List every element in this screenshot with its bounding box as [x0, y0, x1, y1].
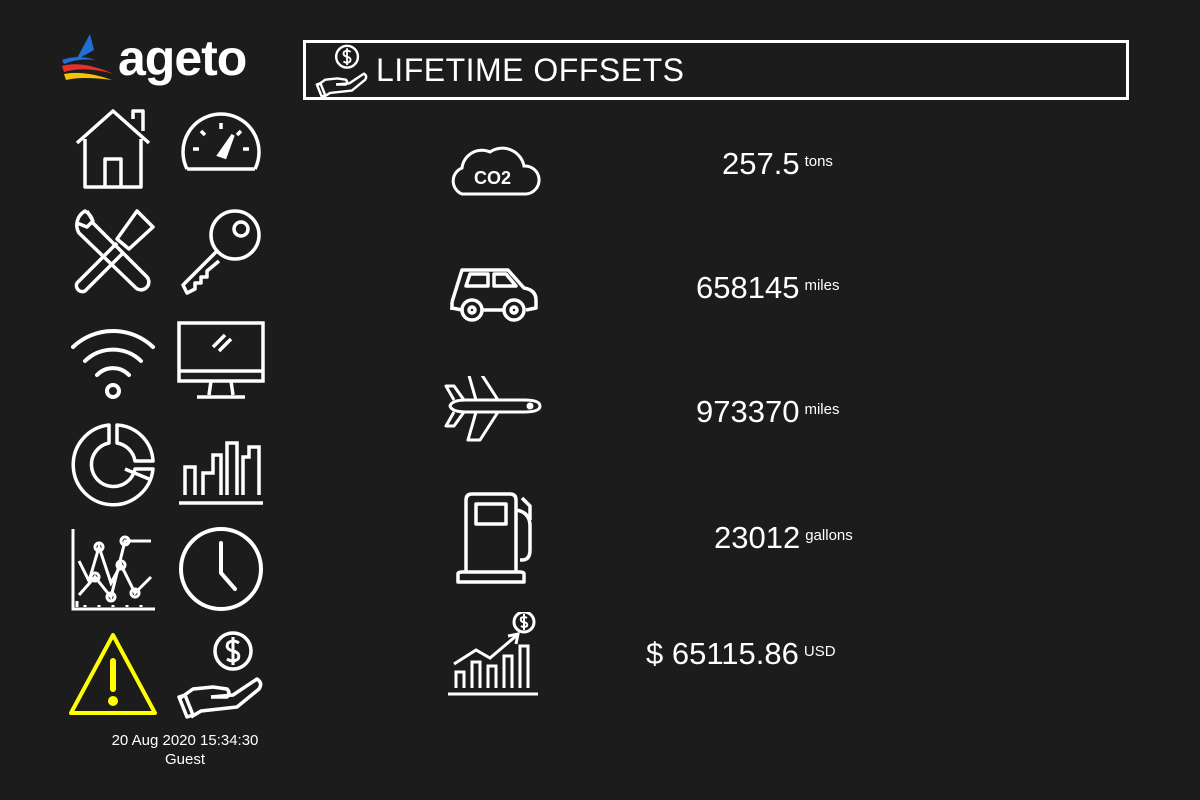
- brand-name: ageto: [118, 30, 247, 86]
- nav-alarms-button[interactable]: [60, 624, 166, 726]
- offset-number: 973370: [696, 394, 800, 429]
- nav-schedule-button[interactable]: [168, 518, 274, 620]
- ageto-logo-mark: [62, 34, 114, 80]
- offset-row-flight: 973370 miles: [440, 376, 1000, 476]
- offset-row-car: 658145 miles: [440, 252, 1000, 352]
- bar-chart-icon: [179, 441, 263, 505]
- wifi-icon: [71, 329, 155, 399]
- growth-chart-icon: [448, 612, 538, 696]
- nav-analytics-button[interactable]: [60, 414, 166, 516]
- speedometer-icon: [181, 112, 261, 171]
- nav-offsets-button[interactable]: [168, 624, 274, 726]
- user-label: Guest: [164, 751, 206, 768]
- tools-icon: [74, 209, 155, 294]
- airplane-icon: [444, 376, 542, 442]
- ageto-logo: ageto: [60, 28, 270, 90]
- home-icon: [75, 109, 151, 189]
- offset-unit: gallons: [805, 527, 853, 544]
- page-header: LIFETIME OFFSETS: [303, 40, 1129, 100]
- fuel-pump-icon: [456, 492, 532, 584]
- page-title: LIFETIME OFFSETS: [376, 52, 685, 88]
- nav-home-button[interactable]: [60, 96, 166, 198]
- monitor-icon: [177, 321, 265, 399]
- offset-number: 658145: [696, 270, 800, 305]
- offset-number: $ 65115.86: [646, 636, 799, 671]
- offset-unit: miles: [804, 277, 840, 294]
- pie-chart-icon: [71, 423, 155, 507]
- car-icon: [450, 268, 538, 322]
- offset-row-co2: CO2 257.5 tons: [440, 128, 1000, 228]
- offset-value-co2: 257.5 tons: [722, 146, 833, 182]
- offset-value-savings: $ 65115.86 USD: [646, 636, 836, 672]
- offset-number: 23012: [714, 520, 801, 555]
- offset-value-car: 658145 miles: [696, 270, 839, 306]
- offset-value-fuel: 23012 gallons: [714, 520, 853, 556]
- svg-text:CO2: CO2: [474, 168, 511, 188]
- nav-dashboard-button[interactable]: [168, 96, 274, 198]
- line-chart-icon: [71, 529, 155, 611]
- status-footer: 20 Aug 2020 15:34:30 Guest: [70, 731, 300, 769]
- offset-value-flight: 973370 miles: [696, 394, 839, 430]
- offset-row-fuel: 23012 gallons: [440, 490, 1000, 590]
- warning-icon: [69, 633, 157, 715]
- nav-network-button[interactable]: [60, 308, 166, 410]
- nav-reports-button[interactable]: [168, 414, 274, 516]
- nav-access-button[interactable]: [168, 200, 274, 302]
- money-hand-icon: [315, 44, 368, 98]
- offset-unit: tons: [804, 153, 833, 170]
- co2-cloud-icon: CO2: [451, 146, 541, 196]
- nav-trends-button[interactable]: [60, 518, 166, 620]
- datetime-label: 20 Aug 2020 15:34:30: [111, 732, 259, 749]
- offset-number: 257.5: [722, 146, 800, 181]
- offset-row-savings: $ 65115.86 USD: [440, 612, 1000, 712]
- offset-unit: USD: [803, 643, 836, 660]
- money-hand-icon: [177, 631, 263, 719]
- key-icon: [181, 209, 261, 295]
- clock-icon: [179, 527, 263, 611]
- offset-unit: miles: [804, 401, 840, 418]
- nav-display-button[interactable]: [168, 308, 274, 410]
- nav-maintenance-button[interactable]: [60, 200, 166, 302]
